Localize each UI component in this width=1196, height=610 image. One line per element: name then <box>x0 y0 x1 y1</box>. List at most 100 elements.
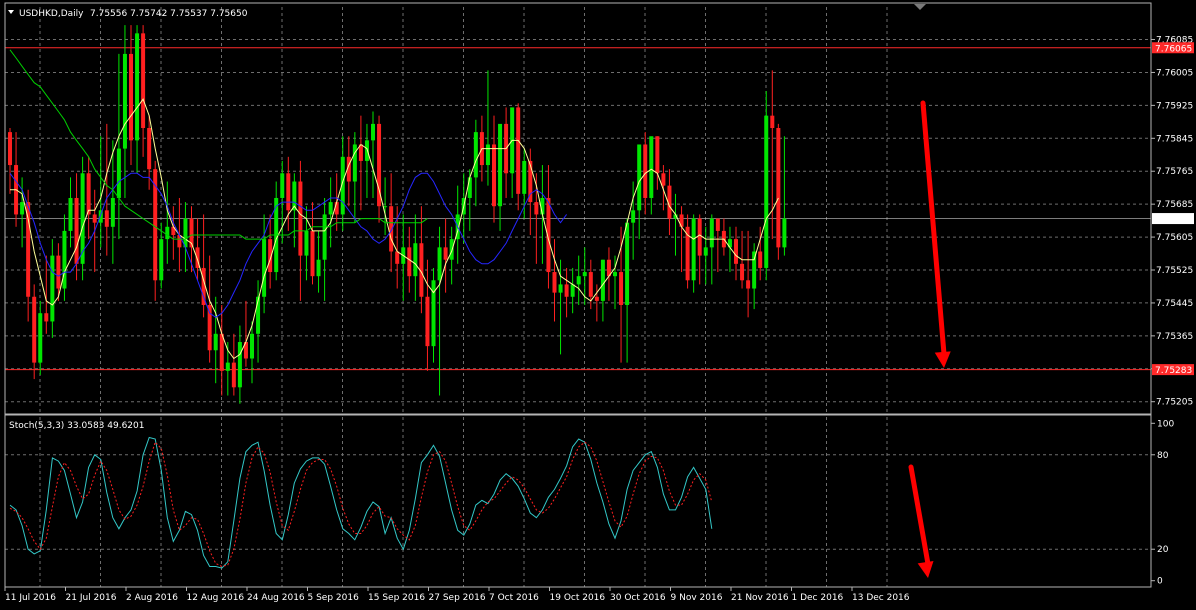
price-tick-label: 7.75205 <box>1156 398 1193 408</box>
candle-body <box>110 197 115 227</box>
candle-body <box>262 239 267 297</box>
candle-body <box>129 53 133 141</box>
candle-body <box>576 276 581 285</box>
candle-body <box>165 226 170 240</box>
candle-body <box>643 144 648 198</box>
candle-body <box>225 362 230 371</box>
resistance-price-tag: 7.76065 <box>1152 42 1194 54</box>
candle-body <box>613 272 617 277</box>
candle-body <box>237 342 242 388</box>
candle-body <box>697 218 702 256</box>
candle-body <box>122 53 127 149</box>
price-tick-label: 7.75765 <box>1156 167 1193 177</box>
candle <box>764 90 769 281</box>
time-tick-label: 30 Oct 2016 <box>610 593 666 603</box>
candle-body <box>141 33 146 129</box>
current-price-tag: 7.75650 <box>1152 213 1194 225</box>
time-tick-label: 21 Jul 2016 <box>66 593 117 603</box>
candle-body <box>734 239 738 264</box>
price-tick-label: 7.76005 <box>1156 68 1193 78</box>
candle-body <box>425 296 430 347</box>
candle-body <box>752 251 757 289</box>
candle-body <box>637 144 642 211</box>
candle-body <box>316 259 321 277</box>
candle-body <box>286 173 291 211</box>
candle-body <box>116 148 121 198</box>
candle-body <box>231 362 236 388</box>
price-tick-label: 7.75445 <box>1156 299 1193 309</box>
support-price-label: 7.75283 <box>1155 366 1192 376</box>
candle-body <box>492 144 496 207</box>
support-price-tag: 7.75283 <box>1152 364 1194 376</box>
candle-body <box>746 280 751 289</box>
candle-body <box>213 333 218 351</box>
candle-body <box>776 128 781 248</box>
candle-body <box>183 218 188 248</box>
time-tick-label: 27 Sep 2016 <box>429 593 486 603</box>
time-tick-label: 15 Sep 2016 <box>368 593 425 603</box>
current-price-label: 7.75650 <box>1155 215 1192 225</box>
candle-body <box>703 247 708 256</box>
candle-body <box>44 313 49 322</box>
candle-body <box>715 218 720 231</box>
candle-body <box>20 202 25 215</box>
candle-body <box>661 173 666 186</box>
candle-body <box>86 173 91 215</box>
time-tick-label: 2 Aug 2016 <box>126 593 178 603</box>
candle-body <box>588 272 593 297</box>
candle-body <box>449 239 454 260</box>
candle-body <box>764 115 769 268</box>
symbol-label: USDHKD,Daily <box>19 9 84 19</box>
candle-body <box>522 160 527 194</box>
candle-body <box>98 210 103 223</box>
time-tick-label: 12 Aug 2016 <box>187 593 245 603</box>
time-tick-label: 9 Nov 2016 <box>671 593 723 603</box>
candle-body <box>68 197 73 231</box>
candle-body <box>371 123 375 141</box>
candle-body <box>322 214 327 260</box>
candle-body <box>516 107 521 194</box>
candle-body <box>250 333 254 359</box>
candle-body <box>758 251 763 268</box>
candle-body <box>631 210 636 223</box>
candle-body <box>32 296 37 363</box>
time-tick-label: 13 Dec 2016 <box>852 593 910 603</box>
candle-body <box>310 230 315 277</box>
candle-body <box>8 132 12 166</box>
candle-body <box>62 230 67 289</box>
chart-header: USDHKD,Daily 7.75556 7.75742 7.75537 7.7… <box>8 9 248 19</box>
candle-body <box>625 222 630 305</box>
candle <box>153 160 158 301</box>
candle <box>776 123 781 260</box>
candle-body <box>467 177 472 198</box>
candle-body <box>104 210 109 227</box>
chart-canvas: 7.760857.760057.759257.758457.757657.756… <box>0 0 1196 610</box>
time-tick-label: 11 Jul 2016 <box>5 593 56 603</box>
stoch-tick-label: 80 <box>1157 451 1169 461</box>
candle-body <box>655 136 660 174</box>
candle-body <box>437 247 442 281</box>
candle-body <box>50 255 55 322</box>
price-tick-label: 7.75685 <box>1156 200 1193 210</box>
candle-body <box>443 247 448 260</box>
stoch-tick-label: 100 <box>1157 419 1174 429</box>
candle-body <box>407 247 412 277</box>
candle-body <box>304 230 309 256</box>
time-tick-label: 5 Sep 2016 <box>308 593 360 603</box>
candle-body <box>582 272 587 277</box>
stoch-tick-label: 20 <box>1157 545 1169 555</box>
candle-body <box>219 333 224 371</box>
candle-body <box>280 173 285 198</box>
candle-body <box>498 123 503 207</box>
price-tick-label: 7.75845 <box>1156 134 1193 144</box>
price-tick-label: 7.75365 <box>1156 332 1193 342</box>
time-tick-label: 7 Oct 2016 <box>489 593 539 603</box>
candle-body <box>691 218 696 281</box>
candle-body <box>600 259 605 301</box>
candle-body <box>570 284 575 297</box>
candle-body <box>649 136 654 198</box>
stoch-tick-label: 0 <box>1157 577 1163 587</box>
candle-body <box>782 218 787 248</box>
candle-body <box>473 132 478 178</box>
candle-body <box>558 284 563 293</box>
